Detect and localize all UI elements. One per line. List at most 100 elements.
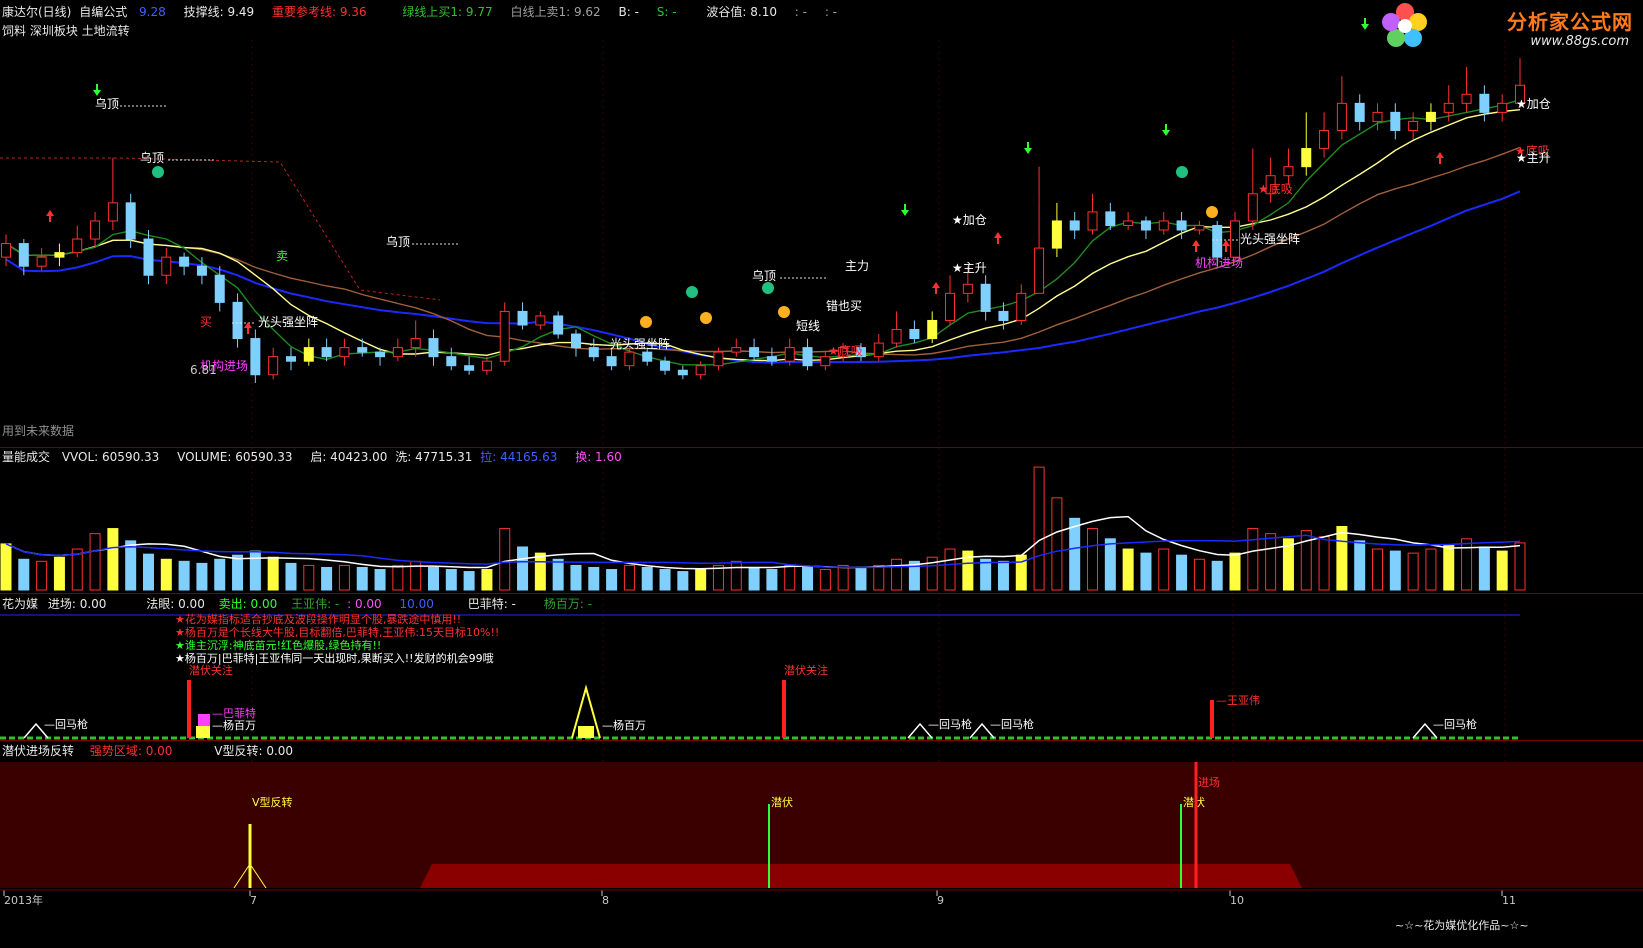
candle-body xyxy=(36,256,47,267)
yangbaiwan-block xyxy=(196,726,210,738)
candle-body xyxy=(72,238,83,254)
volume-bar xyxy=(178,560,190,591)
volume-bar xyxy=(1176,554,1188,591)
candle xyxy=(1140,216,1151,240)
buy-coin-icon xyxy=(640,316,652,328)
volume-bar xyxy=(891,558,903,591)
volume-bar xyxy=(392,564,404,591)
volume-bar xyxy=(285,562,297,591)
volume-bar xyxy=(1051,497,1063,591)
candle xyxy=(588,338,599,362)
volume-bar xyxy=(356,566,368,591)
candle-body xyxy=(18,243,29,267)
candle-body xyxy=(1301,148,1312,168)
candle xyxy=(464,356,475,375)
candle-body xyxy=(553,315,564,335)
x-tick-label: 8 xyxy=(602,894,609,907)
price-annotation: 乌顶 xyxy=(95,96,119,111)
volume-label: VOLUME: 60590.33 xyxy=(177,450,293,464)
candle xyxy=(927,311,938,344)
volume-bar xyxy=(267,556,279,591)
volume-bar xyxy=(338,564,350,591)
candle xyxy=(339,338,350,366)
price-annotation: ★底吸 xyxy=(828,343,863,358)
logo-name: 分析家公式网 xyxy=(1507,10,1633,34)
volume-panel-name: 量能成交 xyxy=(2,450,51,464)
candle-body xyxy=(410,338,421,349)
volume-bar xyxy=(570,564,582,591)
candle-body xyxy=(90,220,101,240)
candle-body xyxy=(1051,220,1062,249)
candle xyxy=(410,320,421,357)
candle-body xyxy=(1425,111,1436,122)
volume-bar xyxy=(837,564,849,591)
hui-ma-qiang-label: —回马枪 xyxy=(1433,717,1477,731)
candle-body xyxy=(677,369,688,376)
candle-body xyxy=(250,338,261,376)
volume-bar xyxy=(1033,466,1045,591)
s-label: S: - xyxy=(656,5,677,19)
x-tick-label: 7 xyxy=(250,894,257,907)
wangyawei-label: —王亚伟 xyxy=(1216,694,1260,707)
xi-label: 洗: 47715.31 xyxy=(395,450,473,464)
candle-body xyxy=(1283,166,1294,177)
volume-bar xyxy=(1247,528,1259,591)
candle xyxy=(624,347,635,371)
candle-body xyxy=(357,347,368,353)
candle-body xyxy=(1,243,11,258)
candle-body xyxy=(375,351,386,358)
volume-bar xyxy=(463,571,475,591)
logo-url: www.88gs.com xyxy=(1530,34,1629,49)
candle-body xyxy=(1194,224,1205,231)
volume-bar xyxy=(1265,533,1277,591)
candle-body xyxy=(802,347,813,367)
candle-body xyxy=(1034,247,1045,294)
yangbaiwan-label-2: —杨百万 xyxy=(602,718,646,732)
volume-bar xyxy=(1496,550,1508,591)
val2-label: 10.00 xyxy=(399,597,434,611)
candle xyxy=(660,356,671,375)
price-header: 康达尔(日线) 自编公式 9.28 技撑线: 9.49 重要参考线: 9.36 … xyxy=(2,3,851,21)
candle-body xyxy=(1336,102,1347,131)
volume-bar xyxy=(730,560,742,591)
price-annotation: 主力 xyxy=(845,259,869,273)
divider-volume-signal xyxy=(0,593,1643,594)
note-line-2: ★杨百万是个长线大牛股,目标翻倍,巴菲特,王亚伟:15天目标10%!! xyxy=(175,626,500,639)
site-logo: 分析家公式网 www.88gs.com xyxy=(1373,0,1643,52)
price-annotation: 乌顶 xyxy=(752,268,776,283)
price-annotation: ★主升 xyxy=(952,261,987,275)
hui-ma-qiang-label: —回马枪 xyxy=(990,717,1034,731)
up-arrow-icon xyxy=(994,232,1002,244)
candle-body xyxy=(179,256,190,267)
candle-body xyxy=(214,274,225,303)
chart-canvas[interactable]: 乌顶乌顶乌顶乌顶光头强坐阵光头强坐阵光头强坐阵机构进场机构进场6.81★底吸★底… xyxy=(0,0,1643,948)
sector-tags: 饲料 深圳板块 土地流转 xyxy=(2,24,130,38)
bottom-header: 潜伏进场反转 强势区域: 0.00 V型反转: 0.00 xyxy=(2,742,307,760)
candle-body xyxy=(1212,224,1223,258)
bottom-panel-name: 潜伏进场反转 xyxy=(2,744,75,758)
candle-body xyxy=(891,329,902,344)
candle xyxy=(285,347,296,371)
price-annotation: 机构进场 xyxy=(1195,255,1243,270)
volume-bar xyxy=(107,528,119,591)
candle xyxy=(303,338,314,366)
candle xyxy=(1034,166,1045,294)
candle-body xyxy=(268,356,279,376)
price-annotation: 买 xyxy=(200,315,212,329)
price-annotation: ★加仓 xyxy=(1516,97,1551,111)
candle-body xyxy=(766,356,777,362)
candle-body xyxy=(1176,220,1187,231)
volume-bar xyxy=(677,571,689,591)
buffett-label: 巴菲特: - xyxy=(467,597,516,611)
candle-body xyxy=(446,356,457,367)
candle xyxy=(677,365,688,380)
price-annotation: 乌顶 xyxy=(386,234,410,249)
sell-label: 卖出: 0.00 xyxy=(218,597,278,611)
candle-body xyxy=(285,356,296,362)
hui-ma-qiang-label: —回马枪 xyxy=(928,717,972,731)
candle xyxy=(749,338,760,362)
volume-bar xyxy=(552,558,564,591)
down-arrow-icon xyxy=(901,204,909,216)
dash1-label: : - xyxy=(794,5,807,19)
price-annotation: 错也买 xyxy=(826,299,862,313)
